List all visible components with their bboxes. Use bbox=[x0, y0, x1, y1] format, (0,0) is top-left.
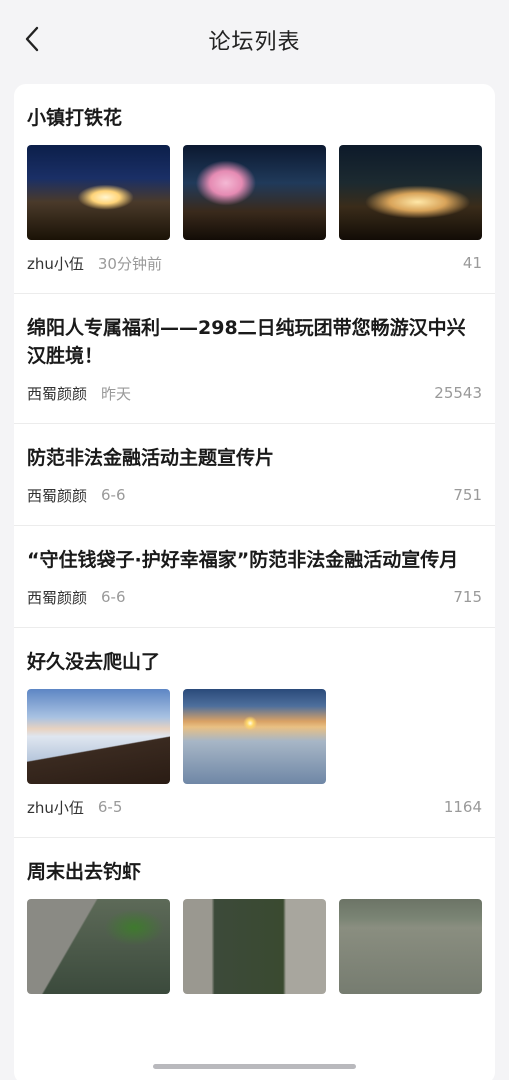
top-nav-bar: 论坛列表 bbox=[0, 0, 509, 80]
post-image[interactable] bbox=[27, 899, 170, 994]
post-meta: 西蜀颜颜 昨天 25543 bbox=[27, 382, 482, 423]
post-time: 30分钟前 bbox=[97, 254, 162, 273]
post-title[interactable]: “守住钱袋子·护好幸福家”防范非法金融活动宣传月 bbox=[27, 526, 482, 574]
post-title[interactable]: 小镇打铁花 bbox=[27, 84, 482, 132]
post-author: 西蜀颜颜 bbox=[27, 588, 88, 607]
post-view-count: 41 bbox=[462, 254, 482, 272]
post-view-count: 715 bbox=[453, 588, 482, 606]
post-image-row bbox=[27, 145, 482, 240]
post-image[interactable] bbox=[339, 899, 482, 994]
forum-post-list: 小镇打铁花 zhu小伍 30分钟前 41 绵阳人专属福利——298二日纯玩团带您… bbox=[14, 84, 495, 1080]
post-time: 6-5 bbox=[97, 798, 123, 816]
forum-post[interactable]: 绵阳人专属福利——298二日纯玩团带您畅游汉中兴汉胜境！ 西蜀颜颜 昨天 255… bbox=[14, 293, 495, 423]
post-image[interactable] bbox=[27, 145, 170, 240]
post-image[interactable] bbox=[339, 145, 482, 240]
post-view-count: 751 bbox=[453, 486, 482, 504]
forum-post[interactable]: 小镇打铁花 zhu小伍 30分钟前 41 bbox=[14, 84, 495, 293]
page-title: 论坛列表 bbox=[208, 30, 301, 55]
post-meta: zhu小伍 6-5 1164 bbox=[27, 796, 482, 837]
forum-post[interactable]: “守住钱袋子·护好幸福家”防范非法金融活动宣传月 西蜀颜颜 6-6 715 bbox=[14, 525, 495, 627]
post-time: 昨天 bbox=[101, 384, 132, 403]
post-time: 6-6 bbox=[101, 588, 126, 606]
post-author: 西蜀颜颜 bbox=[27, 486, 88, 505]
forum-post[interactable]: 防范非法金融活动主题宣传片 西蜀颜颜 6-6 751 bbox=[14, 423, 495, 525]
post-title[interactable]: 周末出去钓虾 bbox=[27, 838, 482, 886]
post-author: zhu小伍 bbox=[27, 254, 84, 273]
home-indicator[interactable] bbox=[153, 1064, 356, 1069]
post-image[interactable] bbox=[27, 689, 170, 784]
post-title[interactable]: 绵阳人专属福利——298二日纯玩团带您畅游汉中兴汉胜境！ bbox=[27, 294, 482, 370]
forum-post[interactable]: 周末出去钓虾 bbox=[14, 837, 495, 994]
post-image[interactable] bbox=[183, 899, 326, 994]
post-image[interactable] bbox=[183, 689, 326, 784]
post-author: 西蜀颜颜 bbox=[27, 384, 88, 403]
post-view-count: 1164 bbox=[443, 798, 482, 816]
post-image[interactable] bbox=[183, 145, 326, 240]
forum-post[interactable]: 好久没去爬山了 zhu小伍 6-5 1164 bbox=[14, 627, 495, 837]
forum-list-page: 论坛列表 小镇打铁花 zhu小伍 30分钟前 41 绵阳人专属福利——298二日… bbox=[0, 0, 509, 1080]
post-author: zhu小伍 bbox=[27, 798, 84, 817]
post-meta: 西蜀颜颜 6-6 715 bbox=[27, 586, 482, 627]
post-meta: zhu小伍 30分钟前 41 bbox=[27, 252, 482, 293]
post-image-row bbox=[27, 899, 482, 994]
post-time: 6-6 bbox=[101, 486, 126, 504]
post-view-count: 25543 bbox=[434, 384, 482, 402]
post-title[interactable]: 好久没去爬山了 bbox=[27, 628, 482, 676]
post-title[interactable]: 防范非法金融活动主题宣传片 bbox=[27, 424, 482, 472]
post-image-row bbox=[27, 689, 482, 784]
post-meta: 西蜀颜颜 6-6 751 bbox=[27, 484, 482, 525]
